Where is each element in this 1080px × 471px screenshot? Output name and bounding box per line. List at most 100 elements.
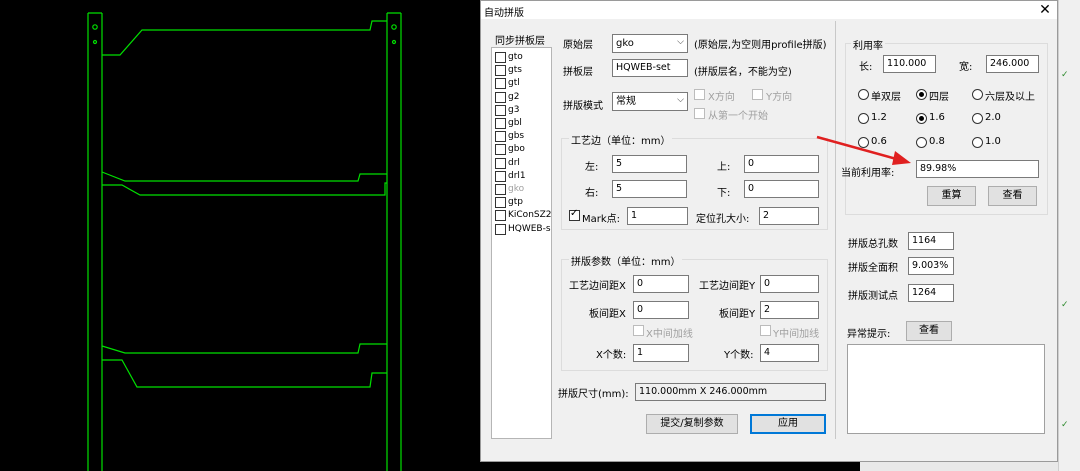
chevron-down-icon: ⌵: [677, 95, 684, 105]
sync-layer-checkbox[interactable]: [495, 170, 506, 182]
pcb-canvas[interactable]: [0, 0, 480, 471]
board-gap-x-label: 板间距X: [589, 309, 626, 320]
layer-six-plus-radio[interactable]: [972, 89, 983, 100]
start-first-checkbox[interactable]: [694, 108, 705, 119]
edge-left-input[interactable]: 5: [612, 155, 687, 173]
y-direction-label: Y方向: [766, 92, 793, 103]
y-count-label: Y个数:: [724, 350, 754, 361]
sync-layer-checkbox[interactable]: [495, 184, 506, 195]
sync-layer-label: gts: [508, 65, 522, 76]
sync-layer-checkbox[interactable]: [495, 210, 506, 222]
anomaly-view-button[interactable]: 查看: [906, 321, 952, 341]
recalculate-button[interactable]: 重算: [927, 186, 976, 206]
sync-layers-title: 同步拼板层: [495, 36, 545, 47]
thickness-1-0-radio[interactable]: [972, 137, 983, 148]
submit-copy-params-button[interactable]: 提交/复制参数: [646, 414, 738, 434]
chevron-down-icon: ⌵: [677, 37, 684, 47]
utilization-title: 利用率: [851, 37, 885, 52]
background-window-edge-bottom: [860, 462, 1058, 471]
panel-mode-value: 常规: [616, 96, 636, 107]
sync-layers-list[interactable]: gto gts gtl g2 g3 gbl gbs gbo drl drl1 gko gtp KiCon…: [491, 47, 552, 439]
mark-point-checkbox[interactable]: [569, 208, 580, 221]
thickness-1-6-label: 1.6: [929, 112, 945, 123]
panel-layer-input[interactable]: HQWEB-set: [612, 59, 688, 77]
width-input[interactable]: 246.000: [986, 55, 1039, 73]
y-direction-checkbox[interactable]: [752, 89, 763, 100]
original-layer-select[interactable]: gko ⌵: [612, 34, 688, 53]
sync-layer-checkbox[interactable]: [495, 104, 506, 116]
anomaly-label: 异常提示:: [847, 329, 891, 340]
sync-layer-label: drl1: [508, 170, 526, 181]
panel-size-label: 拼版尺寸(mm):: [558, 389, 629, 400]
edge-top-input[interactable]: 0: [744, 155, 819, 173]
sync-layer-checkbox[interactable]: [495, 144, 506, 156]
thickness-1-2-label: 1.2: [871, 112, 887, 123]
sync-layer-label: g2: [508, 91, 520, 102]
board-gap-y-label: 板间距Y: [719, 309, 756, 320]
sync-layer-checkbox[interactable]: [495, 91, 506, 103]
sync-layer-checkbox[interactable]: [495, 78, 506, 90]
sync-layer-checkbox[interactable]: [495, 118, 506, 129]
original-layer-value: gko: [616, 38, 634, 49]
sync-layer-checkbox[interactable]: [495, 197, 506, 209]
layer-single-double-label: 单双层: [871, 92, 901, 103]
section-divider: [835, 21, 836, 439]
thickness-1-0-label: 1.0: [985, 136, 1001, 147]
panel-layer-label: 拼板层: [563, 67, 593, 78]
original-layer-label: 原始层: [563, 40, 593, 51]
hole-size-input[interactable]: 2: [759, 207, 819, 225]
hole-size-label: 定位孔大小:: [696, 214, 750, 225]
layer-four-radio[interactable]: [916, 89, 927, 100]
utilization-view-button[interactable]: 查看: [988, 186, 1037, 206]
test-points-label: 拼版测试点: [848, 291, 898, 302]
layer-four-label: 四层: [929, 92, 949, 103]
background-marker-icon: ✓: [1061, 70, 1069, 80]
apply-button[interactable]: 应用: [750, 414, 826, 434]
edge-right-input[interactable]: 5: [612, 180, 687, 198]
dialog-title: 自动拼版: [484, 8, 524, 19]
sync-layer-checkbox[interactable]: [495, 223, 506, 235]
edge-gap-y-input[interactable]: 0: [760, 275, 819, 293]
x-mid-line-label: X中间加线: [646, 329, 693, 340]
panel-size-readout: 110.000mm X 246.000mm: [635, 383, 826, 401]
sync-layer-label: HQWEB-se: [508, 223, 552, 234]
length-label: 长:: [859, 62, 873, 73]
board-gap-y-input[interactable]: 2: [760, 301, 819, 319]
edge-right-label: 右:: [585, 188, 599, 199]
y-mid-line-label: Y中间加线: [773, 329, 820, 340]
current-utilization-value[interactable]: 89.98%: [916, 160, 1039, 178]
sync-layer-checkbox[interactable]: [495, 65, 506, 77]
thickness-1-6-radio[interactable]: [916, 113, 927, 124]
x-mid-line-checkbox[interactable]: [633, 325, 644, 336]
thickness-2-0-radio[interactable]: [972, 113, 983, 124]
sync-layer-label: gbs: [508, 131, 525, 142]
edge-gap-x-input[interactable]: 0: [633, 275, 689, 293]
y-count-input[interactable]: 4: [760, 344, 819, 362]
thickness-1-2-radio[interactable]: [858, 113, 869, 124]
sync-layer-label: gbo: [508, 144, 525, 155]
x-count-input[interactable]: 1: [633, 344, 689, 362]
close-icon[interactable]: ✕: [1037, 1, 1053, 19]
background-window-edge: ✓ ✓ ✓: [1058, 0, 1080, 471]
edge-bottom-input[interactable]: 0: [744, 180, 819, 198]
edge-top-label: 上:: [717, 162, 731, 173]
panel-mode-select[interactable]: 常规 ⌵: [612, 92, 688, 111]
edge-gap-y-label: 工艺边间距Y: [699, 281, 756, 292]
edge-left-label: 左:: [585, 162, 599, 173]
length-input[interactable]: 110.000: [883, 55, 936, 73]
sync-layer-checkbox[interactable]: [495, 52, 506, 63]
x-direction-label: X方向: [708, 92, 735, 103]
x-direction-checkbox[interactable]: [694, 89, 705, 100]
x-count-label: X个数:: [596, 350, 627, 361]
sync-layer-checkbox[interactable]: [495, 157, 506, 169]
mark-point-label: Mark点:: [582, 214, 621, 225]
anomaly-textbox[interactable]: [847, 344, 1045, 434]
mark-point-input[interactable]: 1: [627, 207, 688, 225]
board-gap-x-input[interactable]: 0: [633, 301, 689, 319]
y-mid-line-checkbox[interactable]: [760, 325, 771, 336]
sync-layer-label: gto: [508, 52, 523, 62]
start-first-label: 从第一个开始: [708, 111, 768, 122]
layer-single-double-radio[interactable]: [858, 89, 869, 100]
sync-layer-checkbox[interactable]: [495, 131, 506, 143]
total-holes-label: 拼版总孔数: [848, 239, 898, 250]
